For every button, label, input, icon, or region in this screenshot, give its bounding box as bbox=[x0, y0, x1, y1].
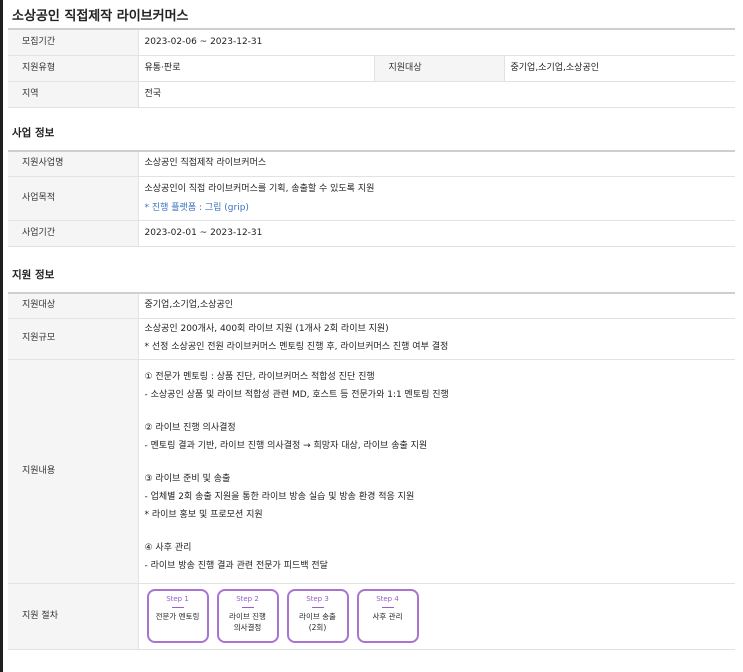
content-step4-title: ④ 사후 관리 bbox=[144, 542, 192, 553]
scale-note: * 선정 소상공인 전원 라이브커머스 멘토링 진행 후, 라이브커머스 진행 … bbox=[144, 342, 449, 352]
support-type-label: 지원유형 bbox=[8, 55, 139, 82]
business-name-label: 지원사업명 bbox=[8, 150, 139, 177]
support-target-label: 지원대상 bbox=[373, 55, 505, 82]
purpose-platform-note: * 진행 플랫폼 : 그립 (grip) bbox=[144, 202, 249, 213]
purpose-line: 소상공인이 직접 라이브커머스를 기획, 송출할 수 있도록 지원 bbox=[144, 183, 375, 194]
step-text: 라이브 송출 (2회) bbox=[299, 612, 336, 632]
support-target-label-2: 지원대상 bbox=[8, 293, 139, 319]
step-divider bbox=[381, 607, 394, 608]
business-section-title: 사업 정보 bbox=[12, 126, 55, 139]
step-text: 전문가 멘토링 bbox=[155, 612, 200, 621]
support-target-value: 중기업,소기업,소상공인 bbox=[504, 55, 736, 82]
support-procedure-label: 지원 절차 bbox=[8, 583, 139, 650]
summary-row-recruit-period: 모집기간 2023-02-06 ~ 2023-12-31 bbox=[8, 29, 736, 56]
business-name-value: 소상공인 직접제작 라이브커머스 bbox=[138, 150, 735, 177]
page: 소상공인 직접제작 라이브커머스 모집기간 2023-02-06 ~ 2023-… bbox=[0, 0, 743, 672]
support-scale-label: 지원규모 bbox=[8, 318, 139, 360]
content-step3-title: ③ 라이브 준비 및 송출 bbox=[144, 473, 231, 484]
step-text: 사후 관리 bbox=[372, 612, 403, 621]
summary-row-support-type: 지원유형 유통·판로 지원대상 중기업,소기업,소상공인 bbox=[8, 55, 736, 82]
procedure-steps: Step 1 전문가 멘토링 Step 2 라이브 진행 의사결정 Step 3 bbox=[145, 589, 730, 643]
support-content-value: ① 전문가 멘토링 : 상품 진단, 라이브커머스 적합성 진단 진행 - 소상… bbox=[138, 359, 735, 584]
step-number: Step 2 bbox=[236, 595, 259, 603]
business-purpose-value: 소상공인이 직접 라이브커머스를 기획, 송출할 수 있도록 지원 * 진행 플… bbox=[138, 176, 735, 221]
procedure-step-2: Step 2 라이브 진행 의사결정 bbox=[216, 589, 279, 643]
support-row-target: 지원대상 중기업,소기업,소상공인 bbox=[8, 293, 735, 319]
step-number: Step 1 bbox=[166, 595, 189, 603]
business-purpose-label: 사업목적 bbox=[8, 176, 139, 221]
region-label: 지역 bbox=[8, 81, 139, 108]
summary-row-region: 지역 전국 bbox=[8, 81, 736, 108]
business-table: 지원사업명 소상공인 직접제작 라이브커머스 사업목적 소상공인이 직접 라이브… bbox=[8, 149, 735, 247]
business-period-label: 사업기간 bbox=[8, 220, 139, 247]
support-table: 지원대상 중기업,소기업,소상공인 지원규모 소상공인 200개사, 400회 … bbox=[8, 292, 735, 650]
support-target-value-2: 중기업,소기업,소상공인 bbox=[138, 293, 735, 319]
support-row-procedure: 지원 절차 Step 1 전문가 멘토링 Step 2 라이브 진행 의사결정 bbox=[8, 583, 735, 650]
support-content-label: 지원내용 bbox=[8, 359, 139, 584]
business-row-name: 지원사업명 소상공인 직접제작 라이브커머스 bbox=[8, 150, 735, 177]
content: 소상공인 직접제작 라이브커머스 모집기간 2023-02-06 ~ 2023-… bbox=[8, 0, 736, 650]
recruit-period-label: 모집기간 bbox=[8, 29, 139, 56]
step-text: 라이브 진행 의사결정 bbox=[229, 612, 266, 632]
content-step4-line: - 라이브 방송 진행 결과 관련 전문가 피드백 전달 bbox=[144, 560, 328, 571]
scale-line: 소상공인 200개사, 400회 라이브 지원 (1개사 2회 라이브 지원) bbox=[144, 324, 389, 334]
step-divider bbox=[241, 607, 254, 608]
step-number: Step 3 bbox=[306, 595, 329, 603]
step-divider bbox=[311, 607, 324, 608]
business-period-value: 2023-02-01 ~ 2023-12-31 bbox=[138, 220, 735, 247]
support-section-title: 지원 정보 bbox=[12, 269, 55, 281]
procedure-step-1: Step 1 전문가 멘토링 bbox=[146, 589, 209, 643]
content-step2-line: - 멘토링 결과 기반, 라이브 진행 의사결정 → 희망자 대상, 라이브 송… bbox=[144, 440, 428, 451]
content-step3-line: - 업체별 2회 송출 지원을 통한 라이브 방송 실습 및 방송 환경 적응 … bbox=[144, 491, 415, 502]
content-step2-title: ② 라이브 진행 의사결정 bbox=[144, 422, 236, 433]
support-type-value: 유통·판로 bbox=[138, 55, 374, 82]
page-title: 소상공인 직접제작 라이브커머스 bbox=[12, 9, 189, 24]
procedure-step-4: Step 4 사후 관리 bbox=[356, 589, 419, 643]
support-row-content: 지원내용 ① 전문가 멘토링 : 상품 진단, 라이브커머스 적합성 진단 진행… bbox=[8, 359, 735, 584]
content-step1-title: ① 전문가 멘토링 : 상품 진단, 라이브커머스 적합성 진단 진행 bbox=[144, 371, 375, 382]
step-number: Step 4 bbox=[376, 595, 399, 603]
support-row-scale: 지원규모 소상공인 200개사, 400회 라이브 지원 (1개사 2회 라이브… bbox=[8, 318, 735, 360]
recruit-period-value: 2023-02-06 ~ 2023-12-31 bbox=[138, 29, 736, 56]
window-left-edge bbox=[0, 0, 3, 672]
content-step1-line: - 소상공인 상품 및 라이브 적합성 관련 MD, 호스트 등 전문가와 1:… bbox=[144, 389, 449, 400]
region-value: 전국 bbox=[138, 81, 736, 108]
step-divider bbox=[171, 607, 184, 608]
support-scale-value: 소상공인 200개사, 400회 라이브 지원 (1개사 2회 라이브 지원) … bbox=[138, 318, 735, 360]
procedure-step-3: Step 3 라이브 송출 (2회) bbox=[286, 589, 349, 643]
business-row-period: 사업기간 2023-02-01 ~ 2023-12-31 bbox=[8, 220, 735, 247]
content-step3-note: * 라이브 홍보 및 프로모션 지원 bbox=[144, 509, 263, 520]
summary-table: 모집기간 2023-02-06 ~ 2023-12-31 지원유형 유통·판로 … bbox=[8, 28, 736, 108]
support-procedure-value: Step 1 전문가 멘토링 Step 2 라이브 진행 의사결정 Step 3 bbox=[138, 583, 735, 650]
business-row-purpose: 사업목적 소상공인이 직접 라이브커머스를 기획, 송출할 수 있도록 지원 *… bbox=[8, 176, 735, 221]
